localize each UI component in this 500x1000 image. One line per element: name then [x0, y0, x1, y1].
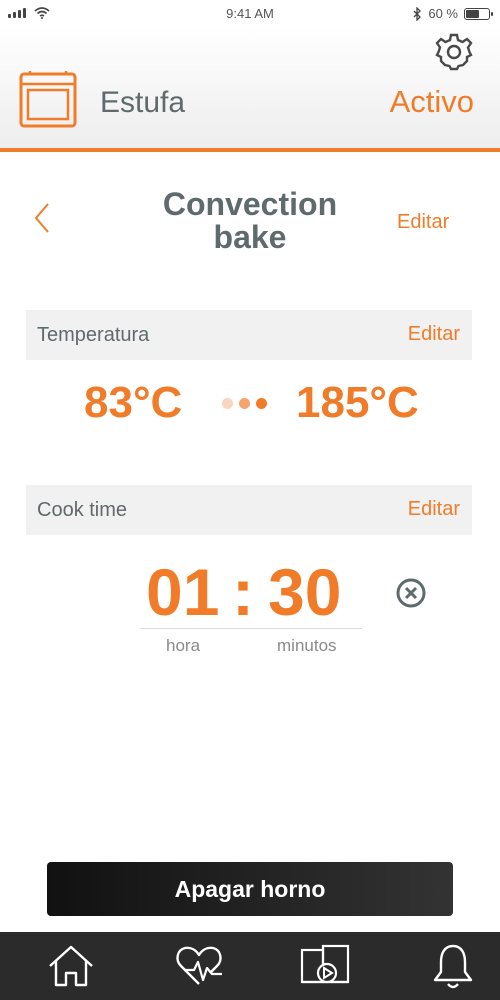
- oven-icon: [19, 71, 77, 128]
- cook-time-minutes[interactable]: 30: [268, 554, 341, 630]
- dot-mid: [239, 398, 250, 409]
- dot-faint: [222, 398, 233, 409]
- cook-time-underline: [140, 628, 362, 629]
- minutes-label: minutos: [277, 636, 337, 655]
- edit-temperature-link[interactable]: Editar: [408, 323, 460, 346]
- temperature-range-dots: [222, 398, 267, 409]
- hours-label: hora: [166, 636, 201, 655]
- home-icon[interactable]: [44, 940, 98, 992]
- cook-time-separator: :: [232, 555, 254, 629]
- heart-pulse-icon[interactable]: [172, 940, 226, 992]
- mode-title-line1: Convection: [162, 186, 338, 222]
- turn-off-oven-button[interactable]: Apagar horno: [47, 862, 453, 916]
- appliance-status: Activo: [389, 84, 474, 119]
- edit-mode-link[interactable]: Editar: [397, 211, 449, 234]
- battery-level: [466, 9, 479, 18]
- dot-strong: [256, 398, 267, 409]
- cook-time-label: Cook time: [37, 499, 128, 521]
- status-bar: 9:41 AM 60 %: [0, 0, 500, 28]
- temperature-label: Temperatura: [37, 324, 150, 346]
- mode-title: Convection bake: [140, 188, 360, 254]
- temperature-section-header: Temperatura Editar: [26, 310, 472, 360]
- appliance-name: Estufa: [100, 86, 186, 119]
- recipes-video-icon[interactable]: [299, 940, 353, 992]
- battery-icon: [464, 7, 493, 20]
- temperature-to: 185°C: [296, 378, 419, 427]
- header-accent-rule: [0, 148, 500, 152]
- clear-circle-icon[interactable]: [395, 577, 427, 609]
- bell-icon[interactable]: [426, 940, 480, 992]
- cook-time-section-header: Cook time Editar: [26, 485, 472, 535]
- mode-title-line2: bake: [213, 219, 287, 255]
- bottom-nav: [0, 932, 500, 1000]
- gear-icon[interactable]: [434, 32, 474, 72]
- battery-percentage: 60 %: [428, 6, 458, 21]
- temperature-from: 83°C: [84, 378, 183, 427]
- cook-time-hours[interactable]: 01: [146, 554, 219, 630]
- bluetooth-icon: [413, 6, 422, 21]
- status-right: 60 %: [412, 6, 493, 21]
- chevron-left-icon[interactable]: [30, 198, 54, 238]
- edit-cook-time-link[interactable]: Editar: [408, 498, 460, 521]
